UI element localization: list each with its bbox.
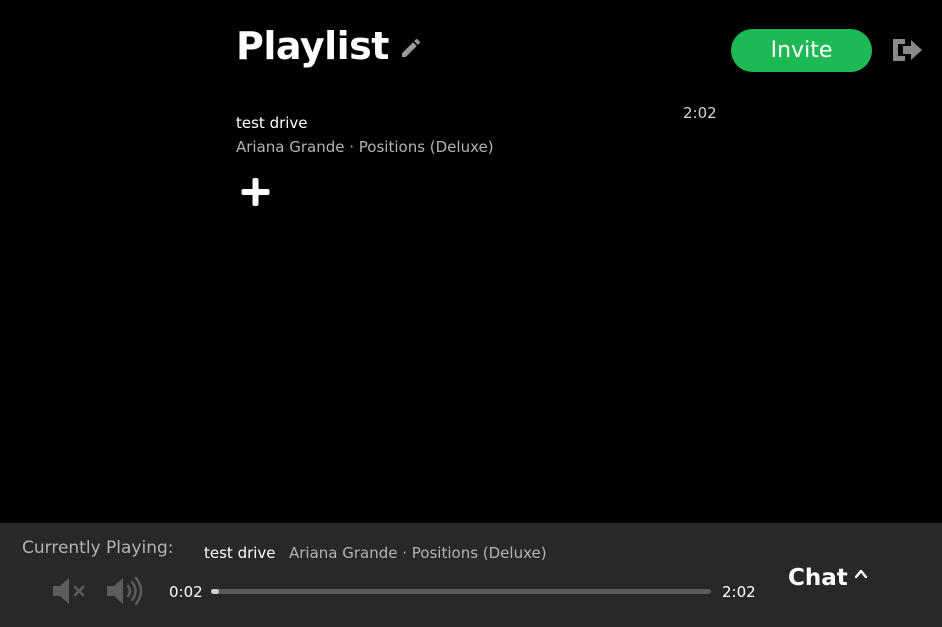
- volume-mute-icon[interactable]: [52, 576, 88, 606]
- volume-up-icon[interactable]: [106, 574, 146, 608]
- now-playing-artist-album: Ariana Grande · Positions (Deluxe): [289, 544, 547, 562]
- progress-bar[interactable]: [211, 589, 711, 594]
- playlist-track-item[interactable]: test drive Ariana Grande · Positions (De…: [236, 104, 717, 160]
- track-title: test drive: [236, 114, 308, 132]
- pencil-icon[interactable]: [399, 36, 423, 60]
- progress-bar-fill: [211, 589, 219, 594]
- total-time: 2:02: [722, 583, 756, 601]
- current-time: 0:02: [169, 583, 203, 601]
- plus-icon[interactable]: [240, 177, 272, 209]
- now-playing-title: test drive: [204, 544, 276, 562]
- page-title: Playlist: [236, 24, 389, 68]
- player-bar: Currently Playing: test drive Ariana Gra…: [0, 523, 942, 627]
- chat-label: Chat: [788, 565, 848, 591]
- chat-toggle-button[interactable]: Chat: [788, 565, 868, 591]
- chevron-up-icon: [854, 566, 868, 580]
- currently-playing-label: Currently Playing:: [22, 538, 174, 558]
- track-duration: 2:02: [683, 104, 717, 122]
- invite-button[interactable]: Invite: [731, 29, 872, 72]
- header: Playlist: [236, 22, 423, 70]
- app-window: Playlist Invite test drive Ariana Grande…: [0, 0, 942, 627]
- track-artist-album: Ariana Grande · Positions (Deluxe): [236, 138, 494, 156]
- sign-out-icon[interactable]: [891, 36, 925, 64]
